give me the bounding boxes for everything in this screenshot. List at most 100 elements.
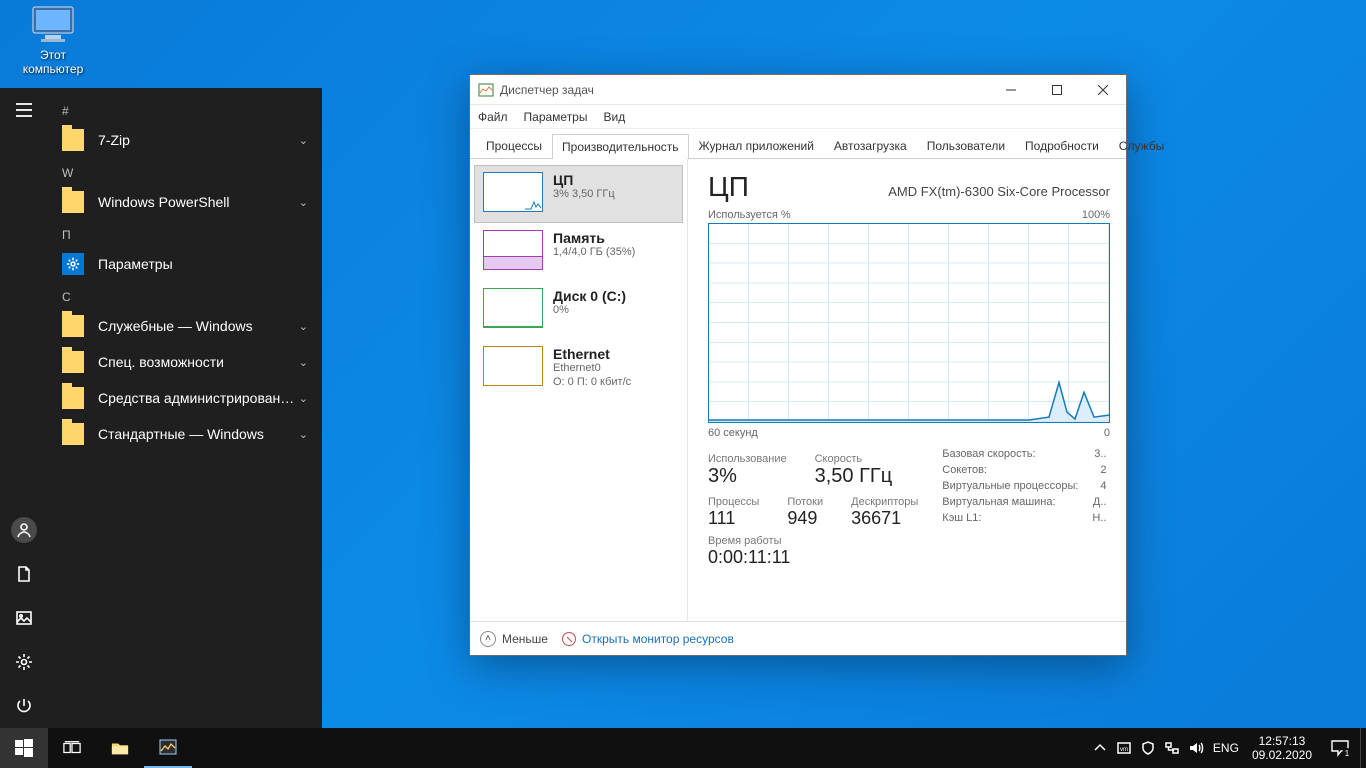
chevron-down-icon: ⌄ [299, 134, 308, 147]
maximize-button[interactable] [1034, 75, 1080, 105]
start-group-header[interactable]: W [48, 158, 322, 184]
folder-icon [62, 351, 84, 373]
open-resource-monitor-link[interactable]: Открыть монитор ресурсов [562, 632, 734, 646]
threads-label: Потоки [787, 496, 823, 508]
svg-text:vm: vm [1120, 747, 1128, 753]
title-bar[interactable]: Диспетчер задач [470, 75, 1126, 105]
handles-label: Дескрипторы [851, 496, 918, 508]
start-app-item[interactable]: Windows PowerShell⌄ [48, 184, 322, 220]
folder-icon [62, 387, 84, 409]
start-app-item[interactable]: Стандартные — Windows⌄ [48, 416, 322, 452]
start-hamburger-button[interactable] [0, 88, 48, 132]
start-app-label: Спец. возможности [98, 354, 299, 370]
gear-icon [62, 253, 84, 275]
chevron-down-icon: ⌄ [299, 356, 308, 369]
start-group-header[interactable]: # [48, 96, 322, 122]
tab-3[interactable]: Автозагрузка [824, 133, 917, 158]
chevron-up-icon: ˄ [480, 631, 496, 647]
menu-view[interactable]: Вид [603, 110, 625, 124]
tray-security-icon[interactable] [1136, 728, 1160, 768]
show-desktop-button[interactable] [1360, 728, 1366, 768]
computer-icon [29, 5, 77, 45]
menu-bar: Файл Параметры Вид [470, 105, 1126, 129]
graph-x-right: 0 [1104, 427, 1110, 439]
menu-file[interactable]: Файл [478, 110, 508, 124]
taskbar-file-explorer[interactable] [96, 728, 144, 768]
tab-4[interactable]: Пользователи [917, 133, 1015, 158]
start-app-label: Служебные — Windows [98, 318, 299, 334]
start-app-item[interactable]: 7-Zip⌄ [48, 122, 322, 158]
start-app-item[interactable]: Средства администрирования...⌄ [48, 380, 322, 416]
start-pictures-button[interactable] [0, 596, 48, 640]
tray-time: 12:57:13 [1252, 734, 1312, 748]
folder-icon [62, 191, 84, 213]
start-app-item[interactable]: Служебные — Windows⌄ [48, 308, 322, 344]
perf-sidebar: ЦП3% 3,50 ГГцПамять1,4/4,0 ГБ (35%)Диск … [470, 159, 688, 621]
start-account-button[interactable] [0, 508, 48, 552]
tab-1[interactable]: Производительность [552, 134, 688, 159]
graph-y-label: Используется % [708, 209, 791, 221]
start-app-label: 7-Zip [98, 132, 299, 148]
folder-icon [62, 315, 84, 337]
threads-value: 949 [787, 508, 823, 529]
perf-card-cpu[interactable]: ЦП3% 3,50 ГГц [474, 165, 683, 223]
tab-0[interactable]: Процессы [476, 133, 552, 158]
system-tray: vm ENG 12:57:13 09.02.2020 1 [1088, 728, 1366, 768]
perf-heading: ЦП [708, 171, 749, 203]
folder-icon [62, 129, 84, 151]
tab-6[interactable]: Службы [1109, 133, 1174, 158]
perf-card-mem[interactable]: Память1,4/4,0 ГБ (35%) [474, 223, 683, 281]
task-manager-icon [478, 82, 494, 98]
start-app-label: Средства администрирования... [98, 390, 299, 406]
action-center-button[interactable]: 1 [1320, 739, 1360, 757]
tab-2[interactable]: Журнал приложений [689, 133, 824, 158]
tray-volume-icon[interactable] [1184, 728, 1208, 768]
fewer-details-button[interactable]: ˄ Меньше [480, 631, 548, 647]
start-app-list[interactable]: #7-Zip⌄WWindows PowerShell⌄ППараметрыССл… [48, 88, 322, 728]
start-group-header[interactable]: С [48, 282, 322, 308]
sparkline-mem [483, 230, 543, 270]
tray-clock[interactable]: 12:57:13 09.02.2020 [1244, 734, 1320, 763]
tray-network-icon[interactable] [1160, 728, 1184, 768]
usage-label: Использование [708, 453, 787, 465]
start-settings-button[interactable] [0, 640, 48, 684]
task-view-button[interactable] [48, 728, 96, 768]
menu-options[interactable]: Параметры [524, 110, 588, 124]
tray-chevron-up-icon[interactable] [1088, 728, 1112, 768]
processes-label: Процессы [708, 496, 759, 508]
start-app-item[interactable]: Параметры [48, 246, 322, 282]
user-avatar-icon [11, 517, 37, 543]
minimize-button[interactable] [988, 75, 1034, 105]
speed-label: Скорость [815, 453, 893, 465]
chevron-down-icon: ⌄ [299, 428, 308, 441]
sparkline-cpu [483, 172, 543, 212]
tab-5[interactable]: Подробности [1015, 133, 1109, 158]
cpu-usage-graph [708, 223, 1110, 423]
folder-icon [62, 423, 84, 445]
start-app-item[interactable]: Спец. возможности⌄ [48, 344, 322, 380]
start-power-button[interactable] [0, 684, 48, 728]
start-documents-button[interactable] [0, 552, 48, 596]
taskbar: vm ENG 12:57:13 09.02.2020 1 [0, 728, 1366, 768]
start-button[interactable] [0, 728, 48, 768]
start-rail [0, 88, 48, 728]
task-manager-window: Диспетчер задач Файл Параметры Вид Проце… [469, 74, 1127, 656]
tray-vm-icon[interactable]: vm [1112, 728, 1136, 768]
perf-card-disk[interactable]: Диск 0 (C:)0% [474, 281, 683, 339]
taskbar-task-manager[interactable] [144, 728, 192, 768]
perf-card-net[interactable]: EthernetEthernet0О: 0 П: 0 кбит/с [474, 339, 683, 401]
start-group-header[interactable]: П [48, 220, 322, 246]
uptime-value: 0:00:11:11 [708, 547, 918, 568]
graph-x-left: 60 секунд [708, 427, 758, 439]
desktop-icon-label: Этот компьютер [15, 49, 91, 77]
desktop-icon-this-pc[interactable]: Этот компьютер [15, 5, 91, 77]
svg-text:1: 1 [1345, 749, 1350, 757]
resource-monitor-icon [562, 632, 576, 646]
tray-language[interactable]: ENG [1208, 728, 1244, 768]
window-title: Диспетчер задач [500, 83, 988, 97]
tab-strip: ПроцессыПроизводительностьЖурнал приложе… [470, 129, 1126, 159]
sparkline-disk [483, 288, 543, 328]
uptime-label: Время работы [708, 535, 918, 547]
graph-y-max: 100% [1082, 209, 1110, 221]
close-button[interactable] [1080, 75, 1126, 105]
